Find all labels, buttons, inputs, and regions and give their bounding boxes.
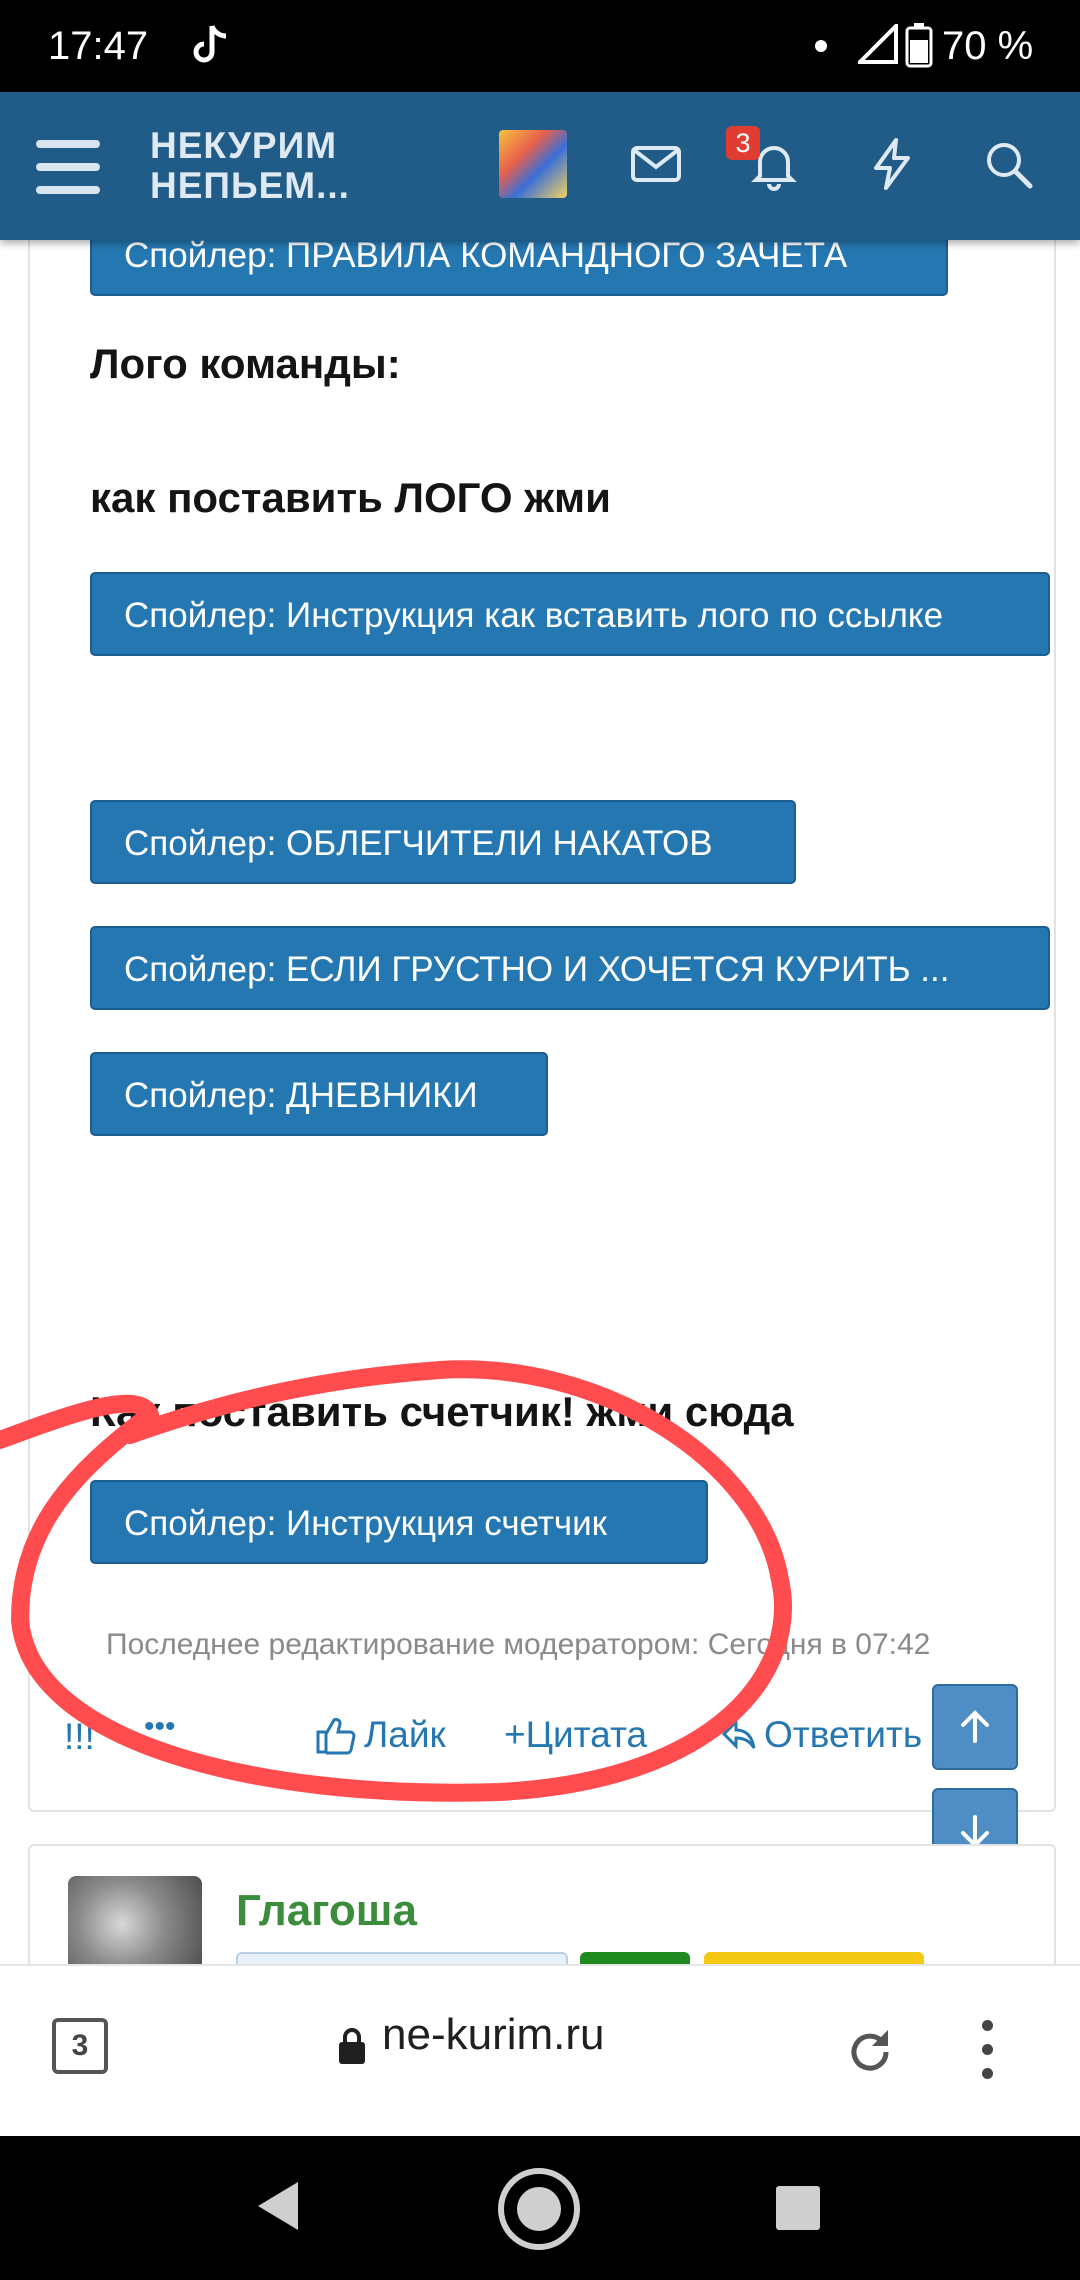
status-time: 17:47: [48, 24, 149, 68]
like-button[interactable]: Лайк: [314, 1714, 446, 1756]
tiktok-icon: [193, 25, 227, 63]
next-post-username[interactable]: Глагоша: [236, 1886, 417, 1936]
report-button[interactable]: !!!: [64, 1716, 95, 1758]
lightning-icon[interactable]: [864, 136, 920, 192]
spoiler-diaries-button[interactable]: Спойлер: ДНЕВНИКИ: [90, 1052, 548, 1136]
home-icon[interactable]: [496, 2166, 582, 2252]
site-title-line2: НЕПЬЕМ...: [150, 165, 350, 206]
spoiler-sad-button[interactable]: Спойлер: ЕСЛИ ГРУСТНО И ХОЧЕТСЯ КУРИТЬ .…: [90, 926, 1050, 1010]
search-icon[interactable]: [980, 136, 1036, 192]
recents-icon[interactable]: [774, 2184, 822, 2232]
site-title-line1: НЕКУРИМ: [150, 125, 338, 166]
reload-icon[interactable]: [842, 2024, 898, 2080]
signal-icon: [858, 24, 898, 64]
edit-note: Последнее редактирование модератором: Се…: [106, 1628, 931, 1661]
post-card: Спойлер: ПРАВИЛА КОМАНДНОГО ЗАЧЕТА Лого …: [28, 200, 1056, 1812]
url-field[interactable]: ne-kurim.ru: [382, 2010, 605, 2060]
site-title[interactable]: НЕКУРИМ НЕПЬЕМ...: [150, 126, 350, 206]
quote-button[interactable]: + Цитата: [504, 1714, 647, 1756]
next-post-avatar[interactable]: [68, 1876, 202, 1966]
heading-team-logo: Лого команды:: [90, 340, 401, 387]
battery-percent: 70 %: [942, 24, 1034, 68]
status-bar: 17:47 70 %: [0, 0, 1080, 92]
like-label: Лайк: [364, 1714, 446, 1755]
reply-button[interactable]: Ответить: [720, 1714, 922, 1756]
plus-icon: +: [504, 1714, 526, 1755]
browser-menu-icon[interactable]: [982, 2020, 994, 2084]
reply-icon: [721, 1718, 756, 1750]
notification-badge: 3: [726, 126, 760, 160]
quote-label: Цитата: [525, 1714, 648, 1755]
back-icon[interactable]: [254, 2180, 302, 2232]
notification-dot-icon: [815, 40, 827, 52]
battery-icon: [905, 23, 933, 68]
app-header: НЕКУРИМ НЕПЬЕМ... 3: [0, 92, 1080, 240]
spoiler-counter-button[interactable]: Спойлер: Инструкция счетчик: [90, 1480, 708, 1564]
more-button[interactable]: •••: [144, 1710, 176, 1744]
tab-switcher-button[interactable]: 3: [52, 2018, 108, 2074]
user-avatar[interactable]: [499, 130, 567, 198]
lock-icon: [339, 2028, 365, 2064]
reply-label: Ответить: [764, 1714, 923, 1755]
browser-toolbar: 3 ne-kurim.ru: [0, 1964, 1080, 2138]
thumb-up-icon: [316, 1717, 356, 1755]
scroll-up-button[interactable]: [932, 1684, 1018, 1770]
spoiler-relief-button[interactable]: Спойлер: ОБЛЕГЧИТЕЛИ НАКАТОВ: [90, 800, 796, 884]
heading-counter: Как поставить счетчик! жми сюда: [90, 1388, 794, 1435]
next-post-card: Глагоша: [28, 1844, 1056, 1968]
inbox-icon[interactable]: [628, 136, 684, 192]
menu-icon[interactable]: [36, 140, 100, 194]
heading-how-to-logo: как поставить ЛОГО жми: [90, 474, 611, 521]
spoiler-logo-instruction-button[interactable]: Спойлер: Инструкция как вставить лого по…: [90, 572, 1050, 656]
system-nav-bar: [0, 2136, 1080, 2280]
arrow-up-icon: [961, 1710, 989, 1743]
